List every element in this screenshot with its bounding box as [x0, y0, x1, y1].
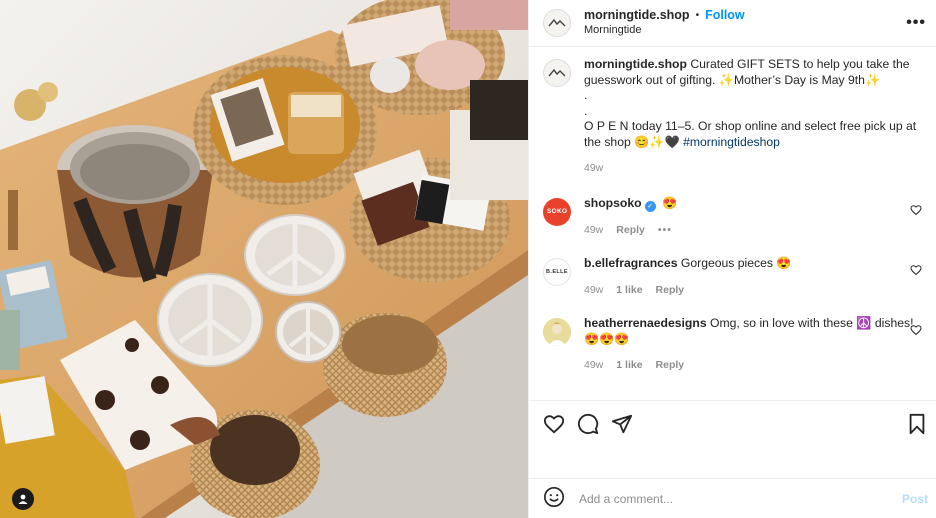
reply-button[interactable]: Reply — [616, 223, 645, 239]
avatar-label: SOKO — [546, 208, 568, 215]
bookmark-icon[interactable] — [906, 413, 928, 438]
reply-button[interactable]: Reply — [656, 283, 685, 299]
like-comment-heart-icon[interactable] — [910, 204, 922, 216]
comment-time[interactable]: 49w — [584, 358, 603, 374]
caption-dot: . — [584, 103, 588, 118]
comment-text: 😍 — [661, 195, 678, 210]
comment: heatherrenaedesigns Omg, so in love with… — [543, 316, 922, 374]
comment-input[interactable]: Add a comment... — [579, 492, 673, 506]
comment-time[interactable]: 49w — [584, 223, 603, 239]
location-link[interactable]: Morningtide — [584, 23, 745, 38]
header-username[interactable]: morningtide.shop — [584, 8, 690, 23]
instagram-post: morningtide.shop • Follow Morningtide ••… — [0, 0, 936, 518]
verified-badge-icon: ✓ — [644, 200, 656, 212]
peace-dish-2 — [157, 273, 263, 367]
comment-likes[interactable]: 1 like — [616, 283, 642, 299]
post-header: morningtide.shop • Follow Morningtide ••… — [529, 0, 936, 47]
commenter-avatar[interactable]: B.ELLE — [543, 258, 571, 286]
comment-icon[interactable] — [577, 413, 599, 435]
follow-button[interactable]: Follow — [705, 8, 745, 23]
emoji-icon[interactable] — [543, 486, 565, 511]
post-photo[interactable] — [0, 0, 528, 518]
mountain-logo-icon — [548, 18, 566, 27]
commenter-avatar[interactable] — [543, 318, 571, 346]
share-icon[interactable] — [611, 413, 633, 435]
post-side-panel: morningtide.shop • Follow Morningtide ••… — [528, 0, 936, 518]
mountain-logo-icon — [548, 68, 566, 77]
comment-more-button[interactable]: ••• — [658, 223, 672, 239]
action-bar — [529, 400, 936, 446]
like-comment-heart-icon[interactable] — [910, 324, 922, 336]
peace-dish-1 — [244, 214, 346, 296]
profile-avatar[interactable] — [543, 9, 571, 37]
caption-avatar[interactable] — [543, 59, 571, 87]
comment: B.ELLE b.ellefragrances Gorgeous pieces … — [543, 256, 922, 298]
user-tag-icon[interactable] — [12, 488, 34, 510]
add-comment-bar: Add a comment... Post — [529, 478, 936, 518]
more-options-button[interactable]: ••• — [906, 14, 926, 32]
separator-dot: • — [695, 10, 700, 21]
caption-dot: . — [584, 88, 588, 102]
comments-section[interactable]: morningtide.shop Curated GIFT SETS to he… — [529, 47, 936, 400]
comment: SOKO shopsoko ✓ 😍 49w Reply ••• — [543, 196, 922, 239]
caption: morningtide.shop Curated GIFT SETS to he… — [543, 57, 922, 177]
comment-likes[interactable]: 1 like — [616, 358, 642, 374]
hashtag-link[interactable]: #morningtideshop — [683, 135, 780, 149]
comment-username[interactable]: heatherrenaedesigns — [584, 316, 707, 330]
peace-dish-3 — [275, 301, 341, 363]
comment-username[interactable]: shopsoko — [584, 196, 642, 210]
comment-text: Gorgeous pieces 😍 — [680, 256, 792, 270]
heart-icon[interactable] — [543, 413, 565, 435]
caption-time[interactable]: 49w — [584, 161, 603, 177]
commenter-avatar[interactable]: SOKO — [543, 197, 571, 226]
avatar-label: B.ELLE — [546, 269, 568, 275]
comment-time[interactable]: 49w — [584, 283, 603, 299]
reply-button[interactable]: Reply — [656, 358, 685, 374]
like-comment-heart-icon[interactable] — [910, 264, 922, 276]
comment-username[interactable]: b.ellefragrances — [584, 256, 677, 270]
gift-sets-photo — [0, 0, 528, 518]
caption-username[interactable]: morningtide.shop — [584, 57, 687, 71]
post-button[interactable]: Post — [902, 492, 928, 506]
profile-photo-icon — [543, 318, 571, 346]
